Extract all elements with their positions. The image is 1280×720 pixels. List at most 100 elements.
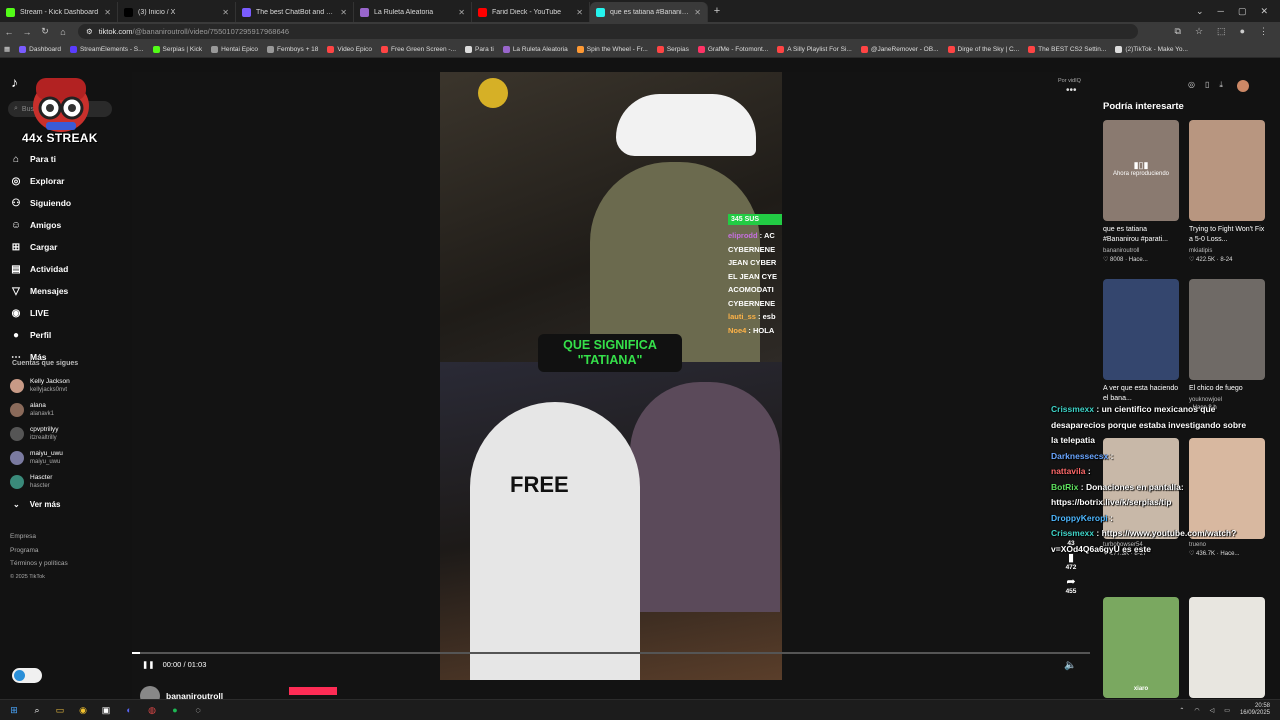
- device-icon[interactable]: ▯: [1205, 80, 1209, 92]
- sidebar-item-actividad[interactable]: ▤ Actividad: [10, 258, 71, 280]
- video-thumbnail[interactable]: [1103, 279, 1179, 380]
- following-account[interactable]: maiyu_uwu maiyu_uwu: [10, 446, 70, 470]
- obs-icon[interactable]: ◍: [146, 704, 158, 716]
- browser-menu-icon[interactable]: ⋮: [1259, 26, 1268, 37]
- tab-close-icon[interactable]: ✕: [576, 8, 583, 17]
- browser-tab[interactable]: Stream - Kick Dashboard ✕: [0, 2, 118, 22]
- share-icon[interactable]: ➦: [1062, 575, 1080, 588]
- following-account[interactable]: Kelly Jackson kellyjacks0nvt: [10, 374, 70, 398]
- tiktok-logo-icon[interactable]: ♪: [11, 74, 18, 90]
- volume-icon[interactable]: 🔈: [1064, 660, 1076, 671]
- bookmark-item[interactable]: A Silly Playlist For Si...: [777, 45, 852, 53]
- app-icon[interactable]: ▣: [100, 704, 112, 716]
- tray-chevron-icon[interactable]: ⌃: [1179, 707, 1184, 714]
- bookmark-item[interactable]: (2)TikTok - Make Yo...: [1115, 45, 1188, 53]
- sidebar-item-siguiendo[interactable]: ⚇ Siguiendo: [10, 192, 72, 214]
- sidebar-item-perfil[interactable]: ● Perfil: [10, 324, 71, 346]
- sidebar-item-live[interactable]: ◉ LIVE: [10, 302, 71, 324]
- file-explorer-icon[interactable]: ▭: [54, 704, 66, 716]
- following-account[interactable]: alana alanavk1: [10, 398, 70, 422]
- bookmark-item[interactable]: @JaneRemover - OB...: [860, 45, 939, 53]
- recommended-video[interactable]: El chico de fuego youknowjoel · Hace 8 h: [1189, 279, 1265, 411]
- maximize-icon[interactable]: ▢: [1238, 6, 1247, 17]
- back-icon[interactable]: ←: [0, 27, 18, 37]
- recommended-video[interactable]: [1189, 597, 1265, 698]
- extensions-icon[interactable]: ⬚: [1217, 26, 1226, 37]
- more-options-icon[interactable]: •••: [1066, 85, 1077, 96]
- recommended-video[interactable]: A ver que esta haciendo el bana...: [1103, 279, 1179, 404]
- wifi-icon[interactable]: ◠: [1194, 707, 1199, 714]
- tab-close-icon[interactable]: ✕: [458, 8, 465, 17]
- video-thumbnail[interactable]: xiaro: [1103, 597, 1179, 698]
- bookmark-item[interactable]: Serpias: [656, 45, 689, 53]
- tab-close-icon[interactable]: ✕: [694, 8, 701, 17]
- browser-tab[interactable]: La Ruleta Aleatoria ✕: [354, 2, 472, 22]
- user-avatar[interactable]: [1236, 80, 1249, 92]
- bookmark-item[interactable]: Hentai Epico: [211, 45, 258, 53]
- recommended-video[interactable]: Trying to Fight Won't Fix a 5-0 Loss... m…: [1189, 120, 1265, 263]
- bookmark-item[interactable]: The BEST CS2 Settin...: [1028, 45, 1106, 53]
- bookmark-item[interactable]: Serpias | Kick: [152, 45, 202, 53]
- download-icon[interactable]: ⤓: [1219, 80, 1223, 92]
- recommended-video[interactable]: ▮▯▮ Ahora reproduciendo que es tatiana #Ba…: [1103, 120, 1179, 263]
- apps-icon[interactable]: ▦: [4, 45, 10, 53]
- browser-tab[interactable]: Farid Dieck - YouTube ✕: [472, 2, 590, 22]
- close-window-icon[interactable]: ✕: [1260, 6, 1268, 17]
- following-account[interactable]: Hascter hascter: [10, 470, 70, 494]
- sidebar-item-amigos[interactable]: ☺ Amigos: [10, 214, 71, 236]
- address-bar[interactable]: ⚙ tiktok.com/@bananiroutroll/video/75501…: [78, 24, 1138, 39]
- pause-icon[interactable]: ❚❚: [142, 660, 155, 669]
- theme-toggle[interactable]: [12, 668, 42, 683]
- see-more-button[interactable]: ⌄ Ver más: [13, 494, 70, 514]
- tab-close-icon[interactable]: ✕: [222, 8, 229, 17]
- speaker-icon[interactable]: ◁: [1210, 707, 1215, 714]
- sidebar-item-explorar[interactable]: ◎ Explorar: [10, 170, 71, 192]
- taskbar-search-icon[interactable]: ⌕: [31, 704, 43, 716]
- clock[interactable]: 20:58 16/09/2025: [1240, 703, 1270, 717]
- browser-tab[interactable]: que es tatiana #Bananirou... ✕: [590, 2, 708, 22]
- footer-link[interactable]: Términos y políticas: [10, 557, 68, 571]
- profile-avatar-icon[interactable]: ●: [1240, 26, 1245, 37]
- video-thumbnail[interactable]: [1189, 279, 1265, 380]
- browser-tab[interactable]: The best ChatBot and Widgets... ✕: [236, 2, 354, 22]
- sidebar-item-cargar[interactable]: ⊞ Cargar: [10, 236, 71, 258]
- site-info-icon[interactable]: ⚙: [86, 27, 93, 36]
- sidebar-item-mensajes[interactable]: ▽ Mensajes: [10, 280, 71, 302]
- minimize-icon[interactable]: ─: [1218, 6, 1224, 17]
- footer-link[interactable]: Empresa: [10, 530, 68, 544]
- reload-icon[interactable]: ↻: [36, 26, 54, 37]
- new-tab-button[interactable]: +: [708, 5, 726, 17]
- spotify-icon[interactable]: ●: [169, 704, 181, 716]
- action-share[interactable]: ➦ 455: [1062, 575, 1080, 595]
- footer-link[interactable]: Programa: [10, 544, 68, 558]
- tab-close-icon[interactable]: ✕: [340, 8, 347, 17]
- video-thumbnail[interactable]: ▮▯▮ Ahora reproduciendo: [1103, 120, 1179, 221]
- coins-icon[interactable]: ◎: [1188, 80, 1195, 92]
- video-progress-bar[interactable]: [132, 652, 1090, 654]
- bookmark-item[interactable]: Free Green Screen -...: [380, 45, 456, 53]
- bookmark-item[interactable]: Dashboard: [19, 45, 61, 53]
- bookmark-item[interactable]: La Ruleta Aleatoria: [502, 45, 568, 53]
- bookmark-item[interactable]: StreamElements - S...: [69, 45, 144, 53]
- recommended-video[interactable]: xiaro: [1103, 597, 1179, 698]
- video-player[interactable]: FREE 345 SUS eliprodd : AC CYBERNENE JEAN …: [132, 72, 1090, 706]
- bookmark-item[interactable]: GrafMe - Fotomont...: [697, 45, 768, 53]
- install-icon[interactable]: ⧉: [1175, 26, 1181, 37]
- home-icon[interactable]: ⌂: [54, 27, 72, 37]
- bookmark-item[interactable]: Femboys + 18: [267, 45, 318, 53]
- video-thumbnail[interactable]: [1189, 597, 1265, 698]
- chrome-icon[interactable]: ◉: [77, 704, 89, 716]
- tab-search-icon[interactable]: ⌄: [1196, 6, 1204, 17]
- bookmark-item[interactable]: Dirge of the Sky | C...: [947, 45, 1019, 53]
- video-frame[interactable]: FREE 345 SUS eliprodd : AC CYBERNENE JEAN …: [440, 72, 782, 680]
- tab-close-icon[interactable]: ✕: [104, 8, 111, 17]
- follow-button[interactable]: [289, 687, 338, 695]
- discord-icon[interactable]: ◐: [123, 704, 135, 716]
- bookmark-item[interactable]: Video Epico: [327, 45, 372, 53]
- start-icon[interactable]: ⊞: [8, 704, 20, 716]
- bookmark-item[interactable]: Spin the Wheel - Fr...: [576, 45, 648, 53]
- video-thumbnail[interactable]: [1189, 120, 1265, 221]
- bookmark-item[interactable]: Para ti: [465, 45, 494, 53]
- battery-icon[interactable]: ▭: [1224, 707, 1230, 714]
- following-account[interactable]: cpvptrillyy itzrealtrilly: [10, 422, 70, 446]
